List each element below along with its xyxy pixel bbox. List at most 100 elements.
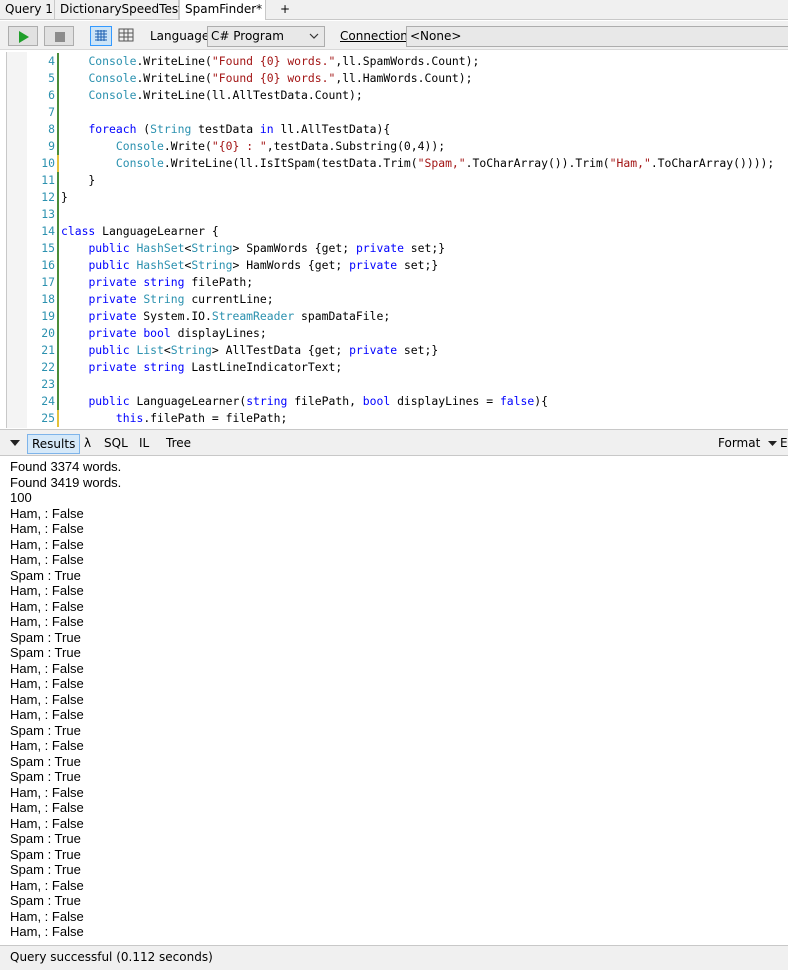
tab-dictionary-speed-test[interactable]: DictionarySpeedTest*: [55, 0, 189, 20]
code-line: 6 Console.WriteLine(ll.AllTestData.Count…: [7, 87, 788, 104]
code-text: foreach (String testData in ll.AllTestDa…: [88, 122, 391, 136]
output-line: Ham, : False: [10, 707, 84, 722]
output-line: Spam : True: [10, 722, 81, 738]
change-marker: [57, 155, 59, 172]
code-line: 23: [7, 376, 788, 393]
output-line: Ham, : False: [10, 583, 84, 598]
results-grid-button[interactable]: [116, 26, 138, 46]
code-line: 15 public HashSet<String> SpamWords {get…: [7, 240, 788, 257]
output-line: Spam : True: [10, 629, 81, 645]
code-line: 7: [7, 104, 788, 121]
line-number: 17: [41, 275, 55, 289]
rich-text-icon: [95, 30, 107, 41]
language-label: Language: [150, 29, 210, 43]
add-tab-button[interactable]: +: [266, 0, 304, 20]
code-line: 9 Console.Write("{0} : ",testData.Substr…: [7, 138, 788, 155]
change-marker: [57, 121, 59, 138]
chevron-down-icon: [309, 33, 319, 39]
output-line: Ham, : False: [10, 676, 84, 691]
code-text: class LanguageLearner {: [61, 224, 219, 238]
code-text: private bool displayLines;: [88, 326, 267, 340]
code-line: 10 Console.WriteLine(ll.IsItSpam(testDat…: [7, 155, 788, 172]
tab-lambda[interactable]: λ: [80, 434, 95, 454]
toolbar: Language C# Program Connection <None>: [0, 21, 788, 50]
change-marker: [57, 206, 59, 223]
tab-spam-finder[interactable]: SpamFinder*: [179, 0, 266, 20]
code-line: 20 private bool displayLines;: [7, 325, 788, 342]
output-line: 100: [10, 490, 32, 505]
change-marker: [57, 104, 59, 121]
line-number: 25: [41, 411, 55, 425]
output-line: Spam : True: [10, 753, 81, 769]
code-line: 22 private string LastLineIndicatorText;: [7, 359, 788, 376]
code-text: this.filePath = filePath;: [115, 411, 288, 425]
results-rich-text-button[interactable]: [90, 26, 112, 46]
language-select[interactable]: C# Program: [207, 26, 325, 47]
output-line: Spam : True: [10, 893, 81, 908]
chevron-down-icon: [768, 441, 778, 446]
stop-button[interactable]: [44, 26, 74, 46]
code-text: private string LastLineIndicatorText;: [88, 360, 343, 374]
change-marker: [57, 70, 59, 87]
output-line: Spam : True: [10, 862, 81, 877]
line-number: 6: [48, 88, 55, 102]
tab-il[interactable]: IL: [135, 434, 153, 454]
stop-icon: [55, 32, 65, 42]
output-line: Ham, : False: [10, 784, 84, 800]
output-line: Ham, : False: [10, 691, 84, 707]
code-line: 8 foreach (String testData in ll.AllTest…: [7, 121, 788, 138]
output-line: Ham, : False: [10, 552, 84, 567]
code-line: 21 public List<String> AllTestData {get;…: [7, 342, 788, 359]
query-tab-strip: Query 1 DictionarySpeedTest* SpamFinder*…: [0, 0, 788, 20]
format-menu-button[interactable]: Format: [714, 434, 781, 454]
change-marker: [57, 410, 59, 427]
code-line: 4 Console.WriteLine("Found {0} words.",l…: [7, 53, 788, 70]
output-line: Found 3419 words.: [10, 474, 122, 490]
code-text: Console.WriteLine(ll.AllTestData.Count);: [88, 88, 363, 102]
export-menu-button[interactable]: E: [780, 434, 788, 454]
line-number: 20: [41, 326, 55, 340]
code-line: 11 }: [7, 172, 788, 189]
code-line: 13: [7, 206, 788, 223]
tab-tree[interactable]: Tree: [162, 434, 195, 454]
change-marker: [57, 172, 59, 189]
output-line: Spam : True: [10, 567, 81, 583]
code-line: 16 public HashSet<String> HamWords {get;…: [7, 257, 788, 274]
code-text: Console.WriteLine("Found {0} words.",ll.…: [88, 71, 473, 85]
status-bar: Query successful (0.112 seconds): [0, 945, 788, 970]
code-editor[interactable]: 4 Console.WriteLine("Found {0} words.",l…: [6, 52, 788, 428]
play-icon: [19, 31, 29, 43]
format-label: Format: [718, 436, 761, 450]
code-text: Console.WriteLine("Found {0} words.",ll.…: [88, 54, 480, 68]
grid-icon: [118, 28, 134, 42]
line-number: 16: [41, 258, 55, 272]
connection-label: Connection: [340, 29, 408, 43]
code-line: 18 private String currentLine;: [7, 291, 788, 308]
code-line: 5 Console.WriteLine("Found {0} words.",l…: [7, 70, 788, 87]
output-line: Ham, : False: [10, 521, 84, 536]
language-select-value: C# Program: [211, 29, 284, 43]
line-number: 10: [41, 156, 55, 170]
output-line: Spam : True: [10, 769, 81, 784]
code-line: 12}: [7, 189, 788, 206]
tab-sql[interactable]: SQL: [100, 434, 132, 454]
output-line: Ham, : False: [10, 598, 84, 614]
collapse-results-icon[interactable]: [10, 439, 20, 447]
line-number: 22: [41, 360, 55, 374]
change-marker: [57, 257, 59, 274]
run-button[interactable]: [8, 26, 38, 46]
code-text: }: [61, 190, 68, 204]
line-number: 21: [41, 343, 55, 357]
tab-query-1[interactable]: Query 1: [0, 0, 55, 20]
code-line: 25 this.filePath = filePath;: [7, 410, 788, 427]
change-marker: [57, 274, 59, 291]
line-number: 4: [48, 54, 55, 68]
output-line: Spam : True: [10, 846, 81, 862]
tab-results[interactable]: Results: [27, 434, 81, 454]
change-marker: [57, 376, 59, 393]
output-line: Ham, : False: [10, 877, 84, 893]
code-text: Console.WriteLine(ll.IsItSpam(testData.T…: [115, 156, 775, 170]
change-marker: [57, 308, 59, 325]
connection-select[interactable]: <None>: [406, 26, 788, 47]
change-marker: [57, 240, 59, 257]
